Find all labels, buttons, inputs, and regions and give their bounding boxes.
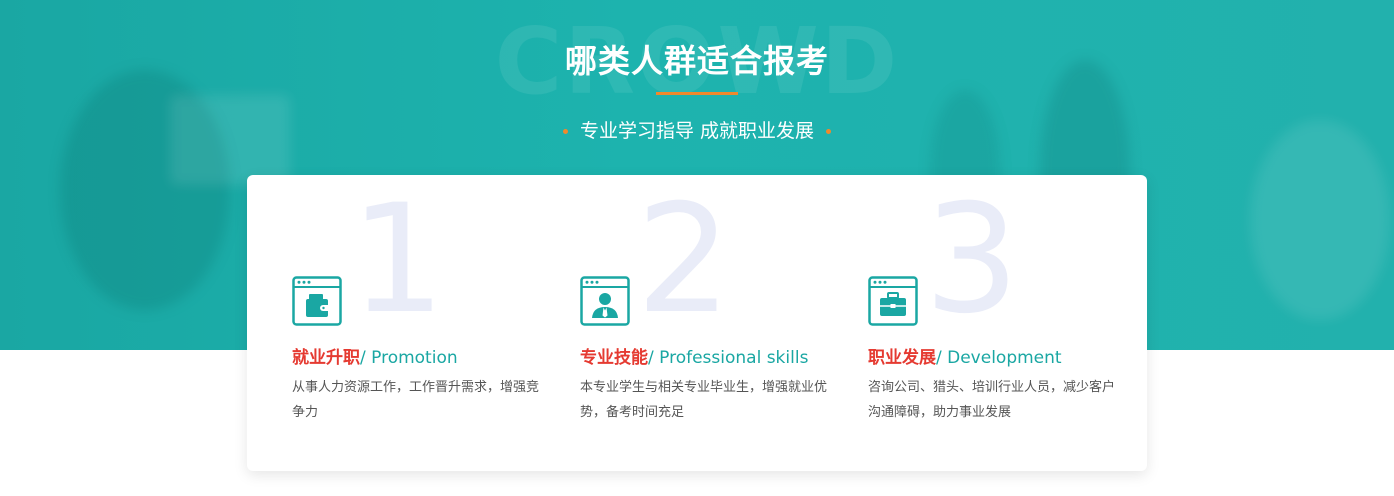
item-heading: 专业技能/ Professional skills: [580, 343, 808, 368]
audience-item-skills: 2 专业技能/ Professional skills 本专业学生与相关专业毕业…: [580, 175, 840, 471]
background-figure: [1250, 120, 1390, 320]
audience-card: 1 就业升职/ Promotion 从事人力资源工作，工作晋升需求，增强竞争力 …: [247, 175, 1147, 471]
item-number: 3: [924, 173, 1020, 347]
subtitle-text: 专业学习指导 成就职业发展: [579, 120, 815, 142]
item-heading: 就业升职/ Promotion: [292, 343, 458, 368]
section-title: 哪类人群适合报考: [564, 42, 829, 80]
briefcase-window-icon: [868, 276, 918, 326]
item-title-en: / Promotion: [360, 348, 458, 368]
item-title-en: / Professional skills: [648, 348, 809, 368]
item-number: 2: [636, 173, 732, 347]
item-number: 1: [350, 173, 446, 347]
wallet-window-icon: [292, 276, 342, 326]
item-description: 本专业学生与相关专业毕业生，增强就业优势，备考时间充足: [580, 380, 828, 420]
item-heading: 职业发展/ Development: [868, 343, 1062, 368]
item-title-cn: 就业升职: [292, 348, 360, 368]
item-description: 咨询公司、猎头、培训行业人员，减少客户沟通障碍，助力事业发展: [868, 380, 1116, 420]
title-underline: [656, 92, 738, 95]
audience-item-development: 3 职业发展/ Development 咨询公司、猎头、培训行业人员，减少客户沟…: [868, 175, 1128, 471]
bullet-dot-icon: [562, 129, 568, 134]
bullet-dot-icon: [826, 129, 832, 134]
item-title-cn: 专业技能: [580, 348, 648, 368]
section-subtitle: 专业学习指导 成就职业发展: [0, 116, 1394, 143]
item-description: 从事人力资源工作，工作晋升需求，增强竞争力: [292, 380, 540, 420]
item-title-cn: 职业发展: [868, 348, 936, 368]
person-window-icon: [580, 276, 630, 326]
item-title-en: / Development: [936, 348, 1062, 368]
audience-item-promotion: 1 就业升职/ Promotion 从事人力资源工作，工作晋升需求，增强竞争力: [292, 175, 552, 471]
